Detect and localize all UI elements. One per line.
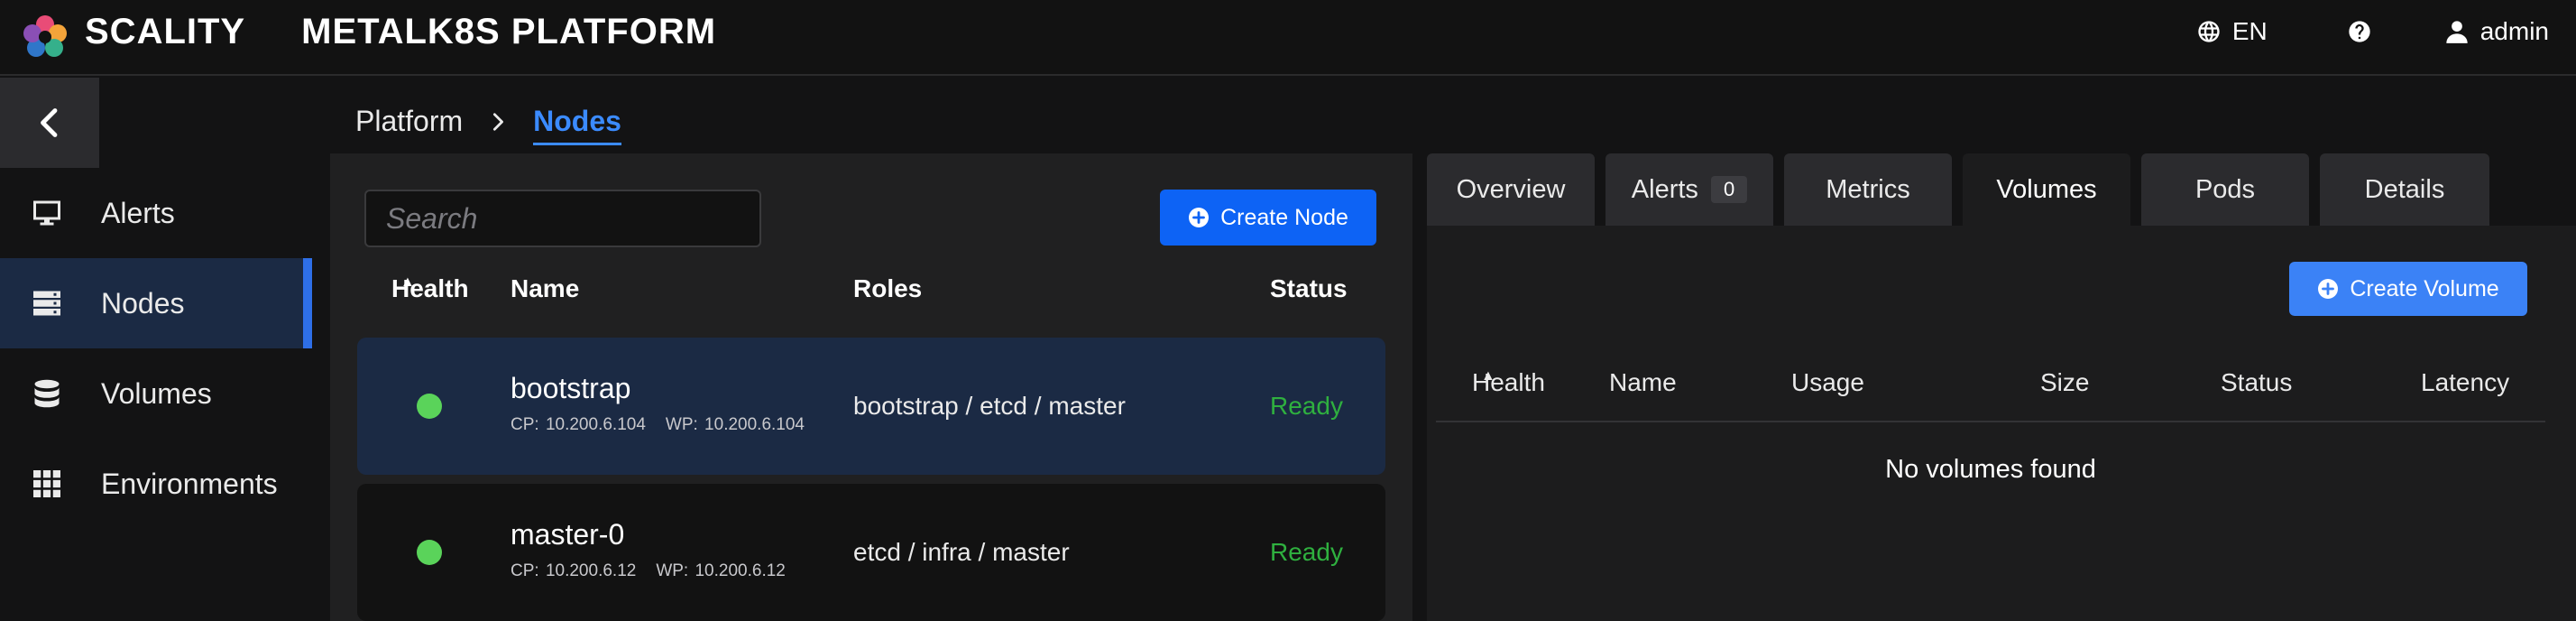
column-header-name[interactable]: Name (1609, 368, 1677, 397)
tab-alerts[interactable]: Alerts 0 (1605, 153, 1773, 226)
health-ok-icon (417, 394, 442, 419)
node-status: Ready (1270, 538, 1343, 566)
sidebar: Alerts Nodes Volumes Environments (0, 78, 312, 621)
sidebar-item-label: Nodes (101, 286, 185, 320)
create-volume-button[interactable]: Create Volume (2289, 262, 2527, 316)
column-header-usage[interactable]: Usage (1791, 368, 1864, 397)
monitor-icon (29, 195, 65, 231)
language-selector[interactable]: EN (2196, 17, 2268, 46)
tab-volumes[interactable]: Volumes (1963, 153, 2130, 226)
sidebar-item-volumes[interactable]: Volumes (0, 348, 312, 439)
health-ok-icon (417, 540, 442, 565)
globe-icon (2198, 21, 2220, 42)
tab-label: Alerts (1631, 174, 1698, 204)
plus-circle-icon (2318, 279, 2339, 299)
node-name: bootstrap (511, 372, 631, 404)
volumes-panel: Create Volume Health ▲ Name Usage Size St… (1427, 226, 2576, 621)
tab-label: Metrics (1826, 174, 1910, 204)
column-header-roles[interactable]: Roles (853, 274, 922, 303)
node-cp-ip: CP: 10.200.6.12 (511, 561, 637, 580)
node-wp-ip: WP: 10.200.6.104 (665, 415, 805, 434)
create-node-button[interactable]: Create Node (1160, 190, 1376, 246)
sidebar-item-nodes[interactable]: Nodes (0, 258, 312, 348)
search-input[interactable] (364, 190, 761, 247)
nodes-panel: Create Node Health▲ Name Roles Status bo… (330, 153, 1412, 621)
chevron-right-icon (488, 112, 508, 132)
user-name: admin (2479, 17, 2549, 45)
product-name: METALK8S PLATFORM (301, 11, 717, 51)
node-roles: etcd / infra / master (853, 538, 1070, 566)
breadcrumb-platform[interactable]: Platform (355, 105, 463, 138)
create-volume-label: Create Volume (2350, 275, 2499, 301)
empty-state-message: No volumes found (1885, 455, 2096, 484)
sidebar-item-label: Environments (101, 467, 278, 500)
breadcrumb: Platform Nodes (355, 97, 621, 145)
help-button[interactable] (2347, 19, 2372, 44)
column-header-size[interactable]: Size (2040, 368, 2089, 397)
sidebar-item-label: Volumes (101, 376, 212, 410)
tab-label: Pods (2194, 174, 2256, 204)
user-icon (2446, 21, 2468, 43)
server-icon (29, 285, 65, 321)
column-header-name[interactable]: Name (511, 274, 579, 303)
sidebar-item-environments[interactable]: Environments (0, 439, 312, 529)
table-row[interactable]: bootstrap CP: 10.200.6.104 WP: 10.200.6.1… (357, 338, 1385, 475)
column-header-status[interactable]: Status (1270, 274, 1348, 303)
node-name: master-0 (511, 518, 625, 551)
tab-label: Details (2364, 174, 2445, 204)
tab-label: Overview (1456, 174, 1566, 204)
create-node-label: Create Node (1220, 204, 1348, 230)
question-circle-icon (2349, 21, 2370, 42)
sidebar-item-label: Alerts (101, 196, 175, 229)
column-header-latency[interactable]: Latency (2421, 368, 2509, 397)
alerts-count-badge: 0 (1710, 176, 1748, 203)
node-ips: CP: 10.200.6.104 WP: 10.200.6.104 (511, 415, 805, 435)
user-menu[interactable]: admin (2444, 17, 2549, 46)
tab-overview[interactable]: Overview (1427, 153, 1595, 226)
sidebar-collapse-button[interactable] (0, 78, 99, 168)
node-detail-tabs: Overview Alerts 0 Metrics Volumes Pods D… (1427, 153, 2500, 226)
tab-metrics[interactable]: Metrics (1784, 153, 1952, 226)
chevron-left-icon (41, 108, 58, 137)
navbar-actions: EN admin (2196, 0, 2576, 70)
language-label: EN (2231, 17, 2268, 45)
node-cp-ip: CP: 10.200.6.104 (511, 415, 646, 434)
brand-name: SCALITY (85, 11, 246, 51)
tab-pods[interactable]: Pods (2141, 153, 2309, 226)
node-ips: CP: 10.200.6.12 WP: 10.200.6.12 (511, 561, 786, 581)
plus-circle-icon (1189, 208, 1210, 227)
nodes-table-header: Health ▲ Name Roles Status (330, 274, 1412, 320)
volumes-table-header: Health ▲ Name Usage Size Status Latency (1436, 368, 2545, 422)
sort-up-icon: ▲ (1481, 368, 1495, 384)
sidebar-item-alerts[interactable]: Alerts (0, 168, 312, 258)
brand[interactable]: SCALITY (16, 0, 245, 75)
column-header-status[interactable]: Status (2221, 368, 2292, 397)
tab-label: Volumes (1996, 174, 2097, 204)
node-status: Ready (1270, 392, 1343, 420)
grid-icon (29, 466, 65, 502)
tab-details[interactable]: Details (2320, 153, 2489, 226)
node-roles: bootstrap / etcd / master (853, 392, 1126, 420)
breadcrumb-nodes: Nodes (533, 105, 621, 145)
node-wp-ip: WP: 10.200.6.12 (656, 561, 786, 580)
database-icon (29, 375, 65, 412)
scality-logo-icon (23, 15, 67, 57)
table-row[interactable]: master-0 CP: 10.200.6.12 WP: 10.200.6.12 … (357, 484, 1385, 621)
sort-up-icon: ▲ (400, 274, 415, 290)
top-navbar: SCALITY METALK8S PLATFORM EN admin (0, 0, 2576, 76)
